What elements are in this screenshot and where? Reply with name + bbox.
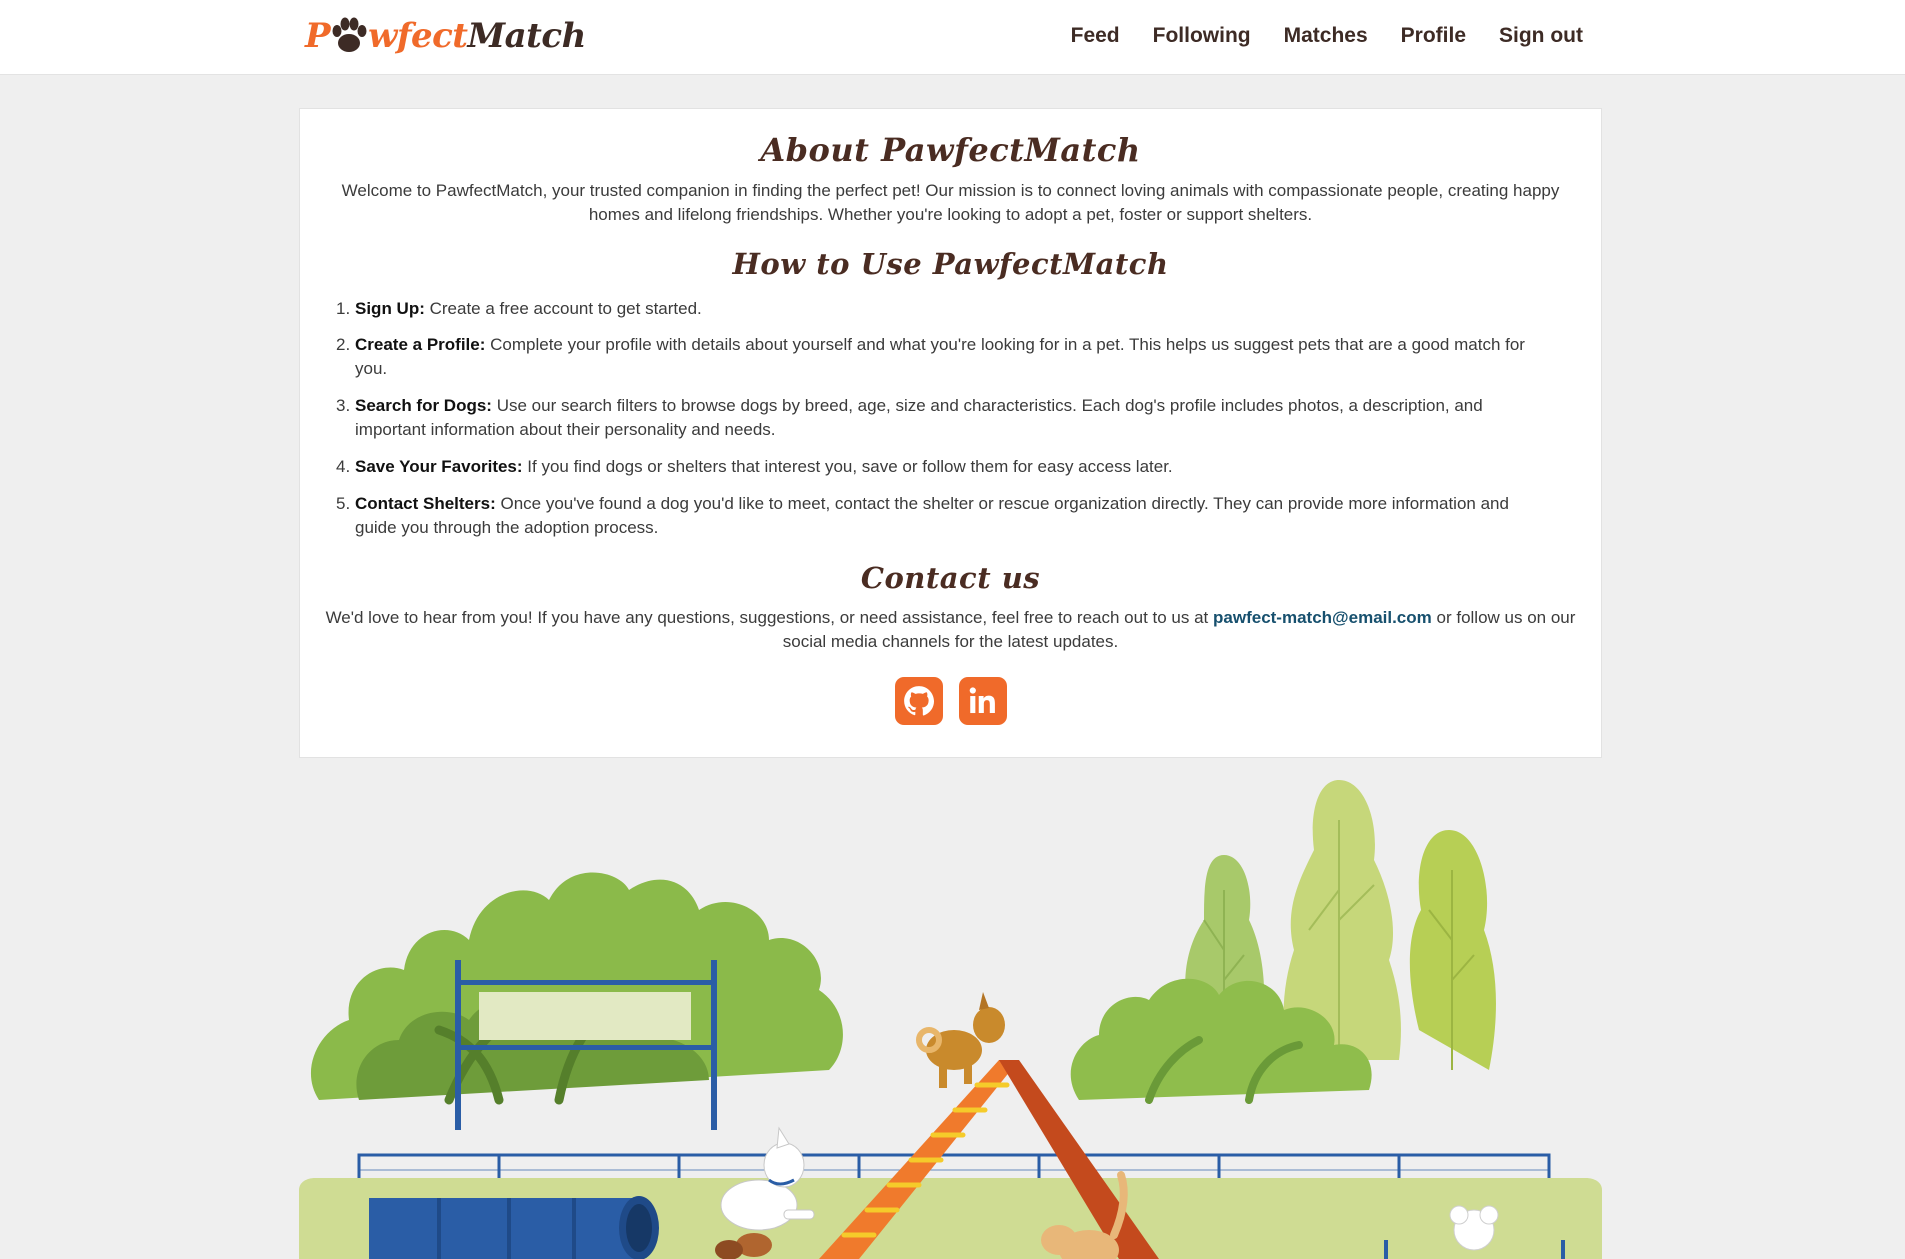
step-item: 5. Contact Shelters: Once you've found a … [336, 494, 1509, 537]
agility-tunnel [369, 1196, 659, 1259]
step-item: 3. Search for Dogs: Use our search filter… [336, 396, 1483, 439]
nav-feed-link[interactable]: Feed [1071, 22, 1120, 50]
nav-following-link[interactable]: Following [1153, 22, 1251, 50]
linkedin-button[interactable] [958, 677, 1007, 725]
linkedin-icon [969, 687, 995, 714]
contact-text: We'd love to hear from you! If you have … [325, 608, 1576, 651]
about-card: About PawfectMatch Welcome to PawfectMat… [299, 108, 1602, 758]
pawfectmatch-logo[interactable]: P wfect Match [305, 12, 586, 60]
dog-park-illustration [299, 780, 1602, 1259]
github-icon [903, 686, 934, 716]
nav-matches-link[interactable]: Matches [1284, 22, 1368, 50]
nav-profile-link[interactable]: Profile [1401, 22, 1466, 50]
about-intro: Welcome to PawfectMatch, your trusted co… [341, 181, 1560, 224]
nav-sign-out-link[interactable]: Sign out [1499, 22, 1583, 50]
howto-title: How to Use PawfectMatch [732, 247, 1169, 281]
main-nav: Feed Following Matches Profile Sign out [1038, 22, 1583, 50]
github-button[interactable] [894, 677, 943, 725]
top-navbar: P wfect Match Feed Following Matches Prof… [0, 0, 1905, 75]
about-title: About PawfectMatch [760, 131, 1141, 169]
social-links [300, 677, 1601, 725]
contact-email-link[interactable]: pawfect-match@email.com [1213, 608, 1432, 627]
contact-title: Contact us [860, 561, 1041, 595]
step-item: 1. Sign Up: Create a free account to get … [336, 299, 702, 318]
paw-icon [332, 17, 367, 52]
step-item: 2. Create a Profile: Complete your profil… [336, 335, 1525, 378]
step-item: 4. Save Your Favorites: If you find dogs … [336, 457, 1173, 476]
